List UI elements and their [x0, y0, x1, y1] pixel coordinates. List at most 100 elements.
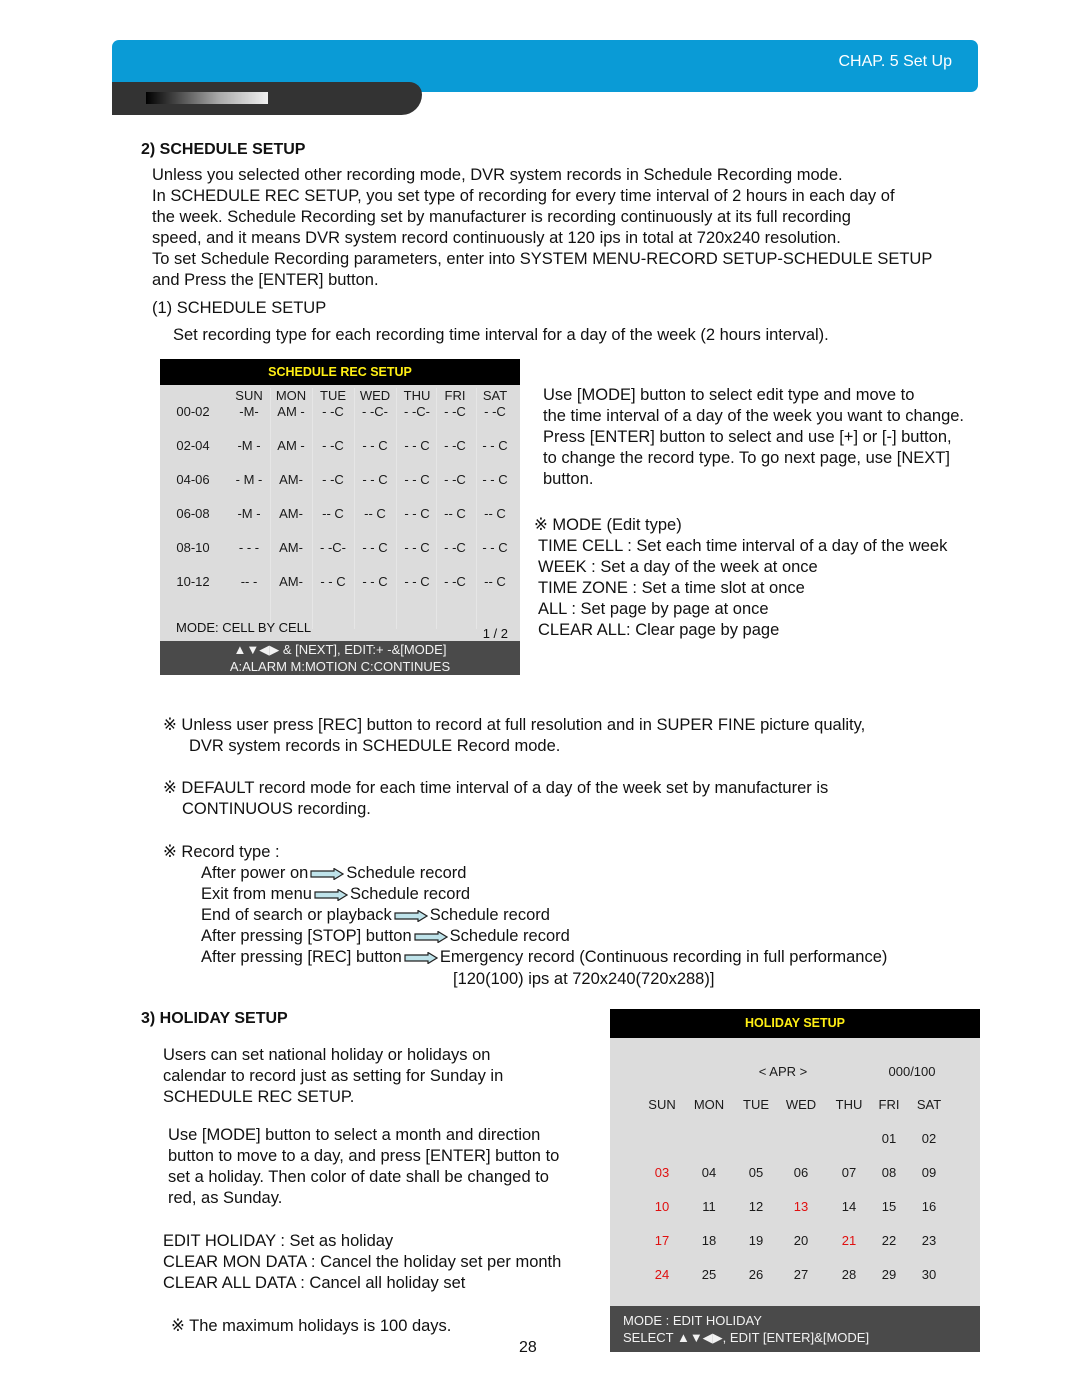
schedule-cell[interactable]: - -C-: [320, 540, 346, 555]
calendar-date-holiday[interactable]: 13: [794, 1199, 808, 1214]
schedule-cell[interactable]: - - C: [482, 438, 507, 453]
schedule-cell[interactable]: -- C: [444, 506, 466, 521]
calendar-date[interactable]: 28: [842, 1267, 856, 1282]
calendar-day-header: FRI: [878, 1097, 900, 1112]
calendar-date[interactable]: 23: [922, 1233, 936, 1248]
schedule-cell[interactable]: -M -: [237, 438, 260, 453]
schedule-cell[interactable]: -- -: [241, 574, 258, 589]
schedule-cell[interactable]: - - C: [320, 574, 345, 589]
schedule-cell[interactable]: - -C: [484, 404, 506, 419]
schedule-cell[interactable]: - - C: [404, 472, 429, 487]
calendar-date[interactable]: 09: [922, 1165, 936, 1180]
calendar-date-holiday[interactable]: 17: [655, 1233, 669, 1248]
schedule-heading: 2) SCHEDULE SETUP: [141, 141, 306, 158]
schedule-cell[interactable]: AM-: [279, 506, 303, 521]
schedule-cell[interactable]: - -C: [322, 438, 344, 453]
calendar-day-header: SUN: [648, 1097, 676, 1112]
calendar-date[interactable]: 30: [922, 1267, 936, 1282]
calendar-date[interactable]: 07: [842, 1165, 856, 1180]
schedule-cell[interactable]: - -C: [444, 472, 466, 487]
schedule-cell[interactable]: - -C-: [404, 404, 430, 419]
schedule-cell[interactable]: AM-: [279, 472, 303, 487]
calendar-date-holiday[interactable]: 21: [842, 1233, 856, 1248]
calendar-date[interactable]: 16: [922, 1199, 936, 1214]
calendar-date[interactable]: 29: [882, 1267, 896, 1282]
calendar-date[interactable]: 25: [702, 1267, 716, 1282]
time-slot-label: 02-04: [176, 438, 210, 453]
schedule-cell[interactable]: AM -: [277, 404, 304, 419]
schedule-cell[interactable]: - - C: [362, 438, 387, 453]
schedule-cell[interactable]: - M -: [236, 472, 263, 487]
instruction-line: the time interval of a day of the week y…: [543, 407, 964, 425]
calendar-date-holiday[interactable]: 03: [655, 1165, 669, 1180]
schedule-cell[interactable]: - -C-: [362, 404, 388, 419]
schedule-cell[interactable]: -- C: [322, 506, 344, 521]
schedule-cell[interactable]: -- C: [484, 506, 506, 521]
schedule-cell[interactable]: - - C: [362, 574, 387, 589]
calendar-date[interactable]: 04: [702, 1165, 716, 1180]
right-arrow-icon: [308, 864, 346, 882]
schedule-cell[interactable]: - -C: [444, 438, 466, 453]
calendar-date[interactable]: 01: [882, 1131, 896, 1146]
calendar-date[interactable]: 11: [702, 1199, 716, 1214]
sub-heading: (1) SCHEDULE SETUP: [152, 299, 327, 317]
time-slot-label: 08-10: [176, 540, 210, 555]
schedule-cell[interactable]: - - C: [404, 506, 429, 521]
calendar-date[interactable]: 06: [794, 1165, 808, 1180]
column-divider: [354, 388, 355, 629]
schedule-cell[interactable]: - -C: [322, 472, 344, 487]
sub-text: Set recording type for each recording ti…: [173, 326, 829, 344]
note-rec: ※ Unless user press [REC] button to reco…: [163, 716, 866, 734]
calendar-day-header: TUE: [743, 1097, 769, 1112]
schedule-cell[interactable]: AM-: [279, 540, 303, 555]
schedule-cell[interactable]: - - C: [404, 574, 429, 589]
time-slot-label: 04-06: [176, 472, 210, 487]
schedule-cell[interactable]: - - C: [482, 472, 507, 487]
footer-legend: A:ALARM M:MOTION C:CONTINUES: [229, 659, 451, 674]
calendar-date[interactable]: 27: [794, 1267, 808, 1282]
calendar-date[interactable]: 08: [882, 1165, 896, 1180]
calendar-date[interactable]: 19: [749, 1233, 763, 1248]
schedule-cell[interactable]: - -C: [322, 404, 344, 419]
calendar-date[interactable]: 15: [882, 1199, 896, 1214]
instruction-line: to change the record type. To go next pa…: [543, 449, 950, 467]
calendar-date-holiday[interactable]: 24: [655, 1267, 669, 1282]
intro-line: In SCHEDULE REC SETUP, you set type of r…: [152, 187, 895, 205]
time-slot-label: 10-12: [176, 574, 210, 589]
schedule-cell[interactable]: - -C: [444, 404, 466, 419]
calendar-date-holiday[interactable]: 10: [655, 1199, 669, 1214]
calendar-date[interactable]: 12: [749, 1199, 763, 1214]
schedule-cell[interactable]: - - C: [362, 540, 387, 555]
calendar-day-header: MON: [693, 1097, 725, 1112]
schedule-cell[interactable]: - - C: [404, 540, 429, 555]
holiday-heading: 3) HOLIDAY SETUP: [141, 1010, 288, 1027]
calendar-date[interactable]: 14: [842, 1199, 856, 1214]
schedule-cell[interactable]: - -C: [444, 574, 466, 589]
schedule-cell[interactable]: - - C: [362, 472, 387, 487]
note-default-cont: CONTINUOUS recording.: [182, 800, 371, 818]
schedule-cell[interactable]: - - -: [239, 540, 259, 555]
month-selector[interactable]: < APR >: [759, 1064, 807, 1079]
schedule-cell[interactable]: AM -: [277, 438, 304, 453]
schedule-cell[interactable]: - - C: [482, 540, 507, 555]
record-result: Schedule record: [346, 864, 467, 882]
calendar-date[interactable]: 26: [749, 1267, 763, 1282]
schedule-cell[interactable]: AM-: [279, 574, 303, 589]
schedule-cell[interactable]: -M -: [237, 506, 260, 521]
schedule-cell[interactable]: -M-: [239, 404, 259, 419]
right-arrow-icon: [392, 906, 430, 924]
calendar-date[interactable]: 02: [922, 1131, 936, 1146]
note-default: ※ DEFAULT record mode for each time inte…: [163, 779, 829, 797]
day-header: TUE: [320, 388, 346, 403]
schedule-cell[interactable]: - - C: [404, 438, 429, 453]
calendar-date[interactable]: 22: [882, 1233, 896, 1248]
schedule-cell[interactable]: -- C: [484, 574, 506, 589]
record-result: Emergency record (Continuous recording i…: [439, 948, 888, 966]
calendar-date[interactable]: 18: [702, 1233, 716, 1248]
holiday-usage-line: button to move to a day, and press [ENTE…: [168, 1147, 560, 1165]
calendar-date[interactable]: 20: [794, 1233, 808, 1248]
schedule-cell[interactable]: -- C: [364, 506, 386, 521]
schedule-cell[interactable]: - -C: [444, 540, 466, 555]
calendar-date[interactable]: 05: [749, 1165, 763, 1180]
holiday-mode-item: EDIT HOLIDAY : Set as holiday: [163, 1232, 394, 1250]
